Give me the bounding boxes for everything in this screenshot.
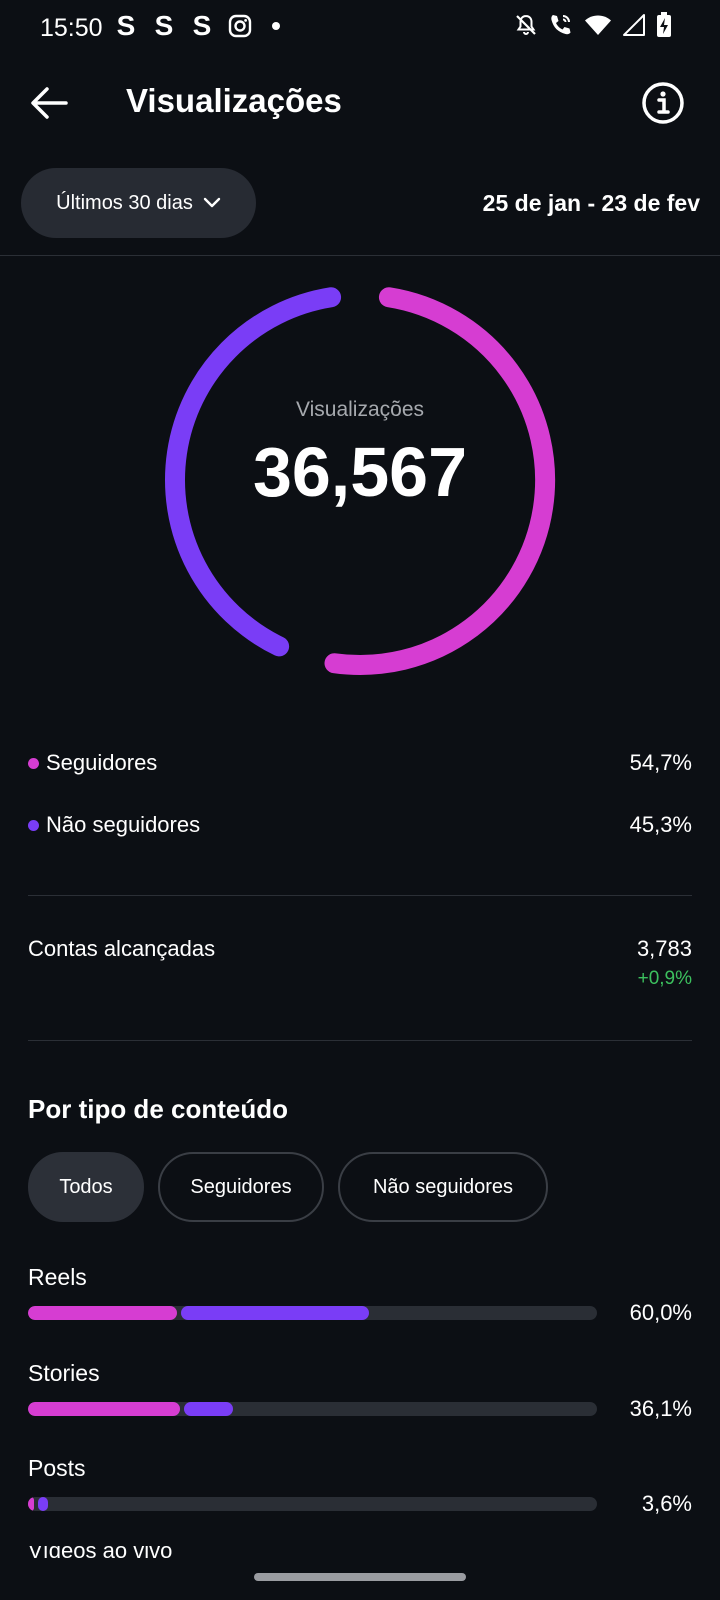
content-type-bar bbox=[28, 1497, 597, 1511]
donut-caption: Visualizações bbox=[295, 398, 425, 421]
non-followers-bar-segment bbox=[38, 1497, 49, 1511]
legend-label: Seguidores bbox=[46, 750, 158, 775]
content-type-row-posts[interactable]: Posts 3,6% bbox=[28, 1455, 692, 1535]
battery-charging-icon bbox=[657, 12, 671, 37]
app-header: Visualizações bbox=[0, 66, 720, 140]
status-time: 15:50 bbox=[40, 14, 103, 42]
content-type-row-cutoff: Vídeos ao vivo bbox=[28, 1546, 228, 1560]
period-dropdown[interactable]: Últimos 30 dias bbox=[21, 168, 256, 238]
content-type-label: Vídeos ao vivo bbox=[28, 1546, 173, 1560]
legend-value: 54,7% bbox=[629, 750, 692, 775]
non-followers-bar-segment bbox=[184, 1402, 234, 1416]
period-dropdown-label: Últimos 30 dias bbox=[56, 191, 193, 214]
bell-off-icon bbox=[516, 14, 536, 35]
section-divider bbox=[28, 895, 692, 896]
date-range: 25 de jan - 23 de fev bbox=[482, 190, 700, 216]
instagram-icon bbox=[228, 14, 252, 38]
chip-non-followers[interactable]: Não seguidores bbox=[338, 1152, 548, 1222]
accounts-reached-row[interactable]: Contas alcançadas 3,783 +0,9% bbox=[28, 936, 692, 996]
wifi-call-icon bbox=[551, 15, 571, 35]
info-icon bbox=[642, 82, 684, 124]
legend-value: 45,3% bbox=[629, 812, 692, 837]
content-type-row-reels[interactable]: Reels 60,0% bbox=[28, 1264, 692, 1344]
filter-row: Últimos 30 dias 25 de jan - 23 de fev bbox=[0, 168, 720, 238]
app-notification-icon: S bbox=[192, 10, 212, 41]
content-type-label: Posts bbox=[28, 1455, 86, 1481]
followers-bar-segment bbox=[28, 1306, 177, 1320]
content-type-label: Reels bbox=[28, 1264, 87, 1290]
content-type-label: Stories bbox=[28, 1360, 100, 1386]
chevron-down-icon bbox=[203, 197, 221, 208]
chip-all[interactable]: Todos bbox=[28, 1152, 144, 1222]
legend-label: Não seguidores bbox=[46, 812, 201, 837]
content-type-percent: 36,1% bbox=[629, 1396, 692, 1421]
legend-item-followers: Seguidores 54,7% bbox=[28, 746, 692, 786]
notification-dot bbox=[272, 22, 280, 30]
chip-followers[interactable]: Seguidores bbox=[158, 1152, 324, 1222]
back-button[interactable] bbox=[26, 80, 72, 126]
status-system-icons bbox=[514, 12, 672, 38]
header-divider bbox=[0, 255, 720, 256]
status-notification-icons: S S S bbox=[114, 10, 280, 42]
accounts-reached-label: Contas alcançadas bbox=[28, 936, 216, 961]
arrow-left-icon bbox=[31, 87, 68, 119]
followers-dot bbox=[28, 758, 39, 769]
page-title: Visualizações bbox=[126, 82, 342, 119]
app-notification-icon: S bbox=[116, 10, 136, 41]
content-type-title: Por tipo de conteúdo bbox=[28, 1094, 288, 1124]
legend-item-non-followers: Não seguidores 45,3% bbox=[28, 808, 692, 848]
content-type-bar bbox=[28, 1306, 597, 1320]
wifi-icon bbox=[585, 15, 611, 35]
home-indicator[interactable] bbox=[254, 1573, 466, 1581]
info-button[interactable] bbox=[640, 80, 686, 126]
content-type-percent: 60,0% bbox=[629, 1300, 692, 1325]
section-divider bbox=[28, 1040, 692, 1041]
non-followers-bar-segment bbox=[180, 1306, 370, 1320]
accounts-reached-change: +0,9% bbox=[637, 968, 692, 989]
followers-bar-segment bbox=[28, 1497, 35, 1511]
content-type-row-stories[interactable]: Stories 36,1% bbox=[28, 1360, 692, 1440]
accounts-reached-value: 3,783 bbox=[636, 936, 692, 961]
status-bar: 15:50 S S S bbox=[0, 0, 720, 56]
followers-bar-segment bbox=[28, 1402, 181, 1416]
non-followers-dot bbox=[28, 820, 39, 831]
signal-icon bbox=[623, 14, 645, 36]
app-notification-icon: S bbox=[154, 10, 174, 41]
total-views-value: 36,567 bbox=[252, 433, 468, 511]
content-type-percent: 3,6% bbox=[641, 1491, 692, 1516]
content-type-bar bbox=[28, 1402, 597, 1416]
